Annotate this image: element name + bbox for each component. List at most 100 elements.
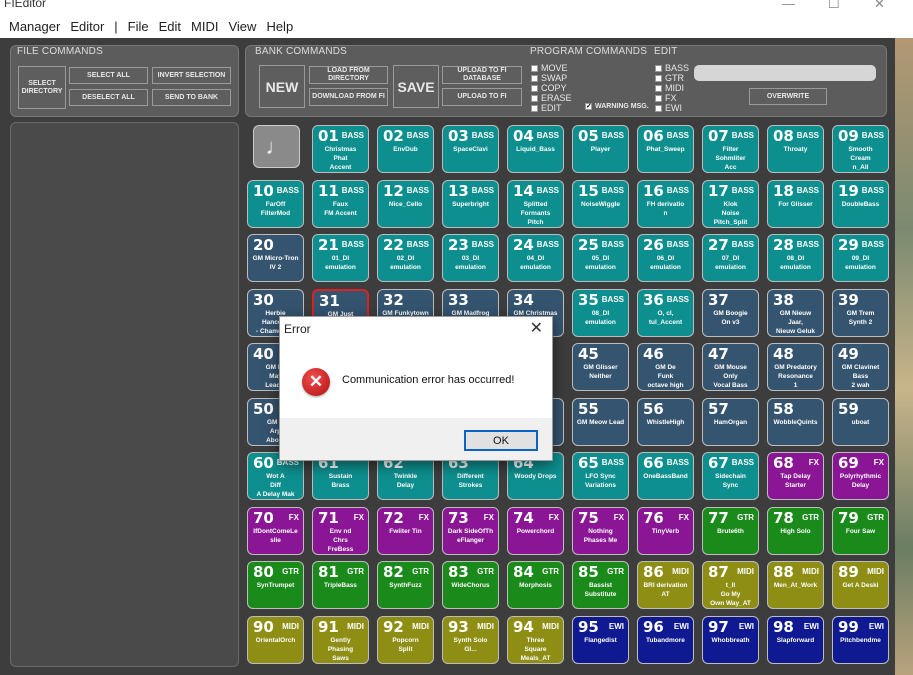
- program-tile-96[interactable]: 96 EWI Tubandmore: [637, 615, 694, 664]
- program-tile-49[interactable]: 49 GM Clavinet Bass 2 wah: [832, 343, 889, 391]
- program-tile-15[interactable]: 15 BASS NoiseWiggle: [572, 179, 629, 228]
- program-tile-94[interactable]: 94 MIDI Three Square Meals_AT: [507, 615, 564, 664]
- program-tile-83[interactable]: 83 GTR WideChorus: [442, 561, 499, 609]
- program-tile-28[interactable]: 28 BASS 08_DI emulation: [767, 234, 824, 282]
- program-tile-99[interactable]: 99 EWI Pitchbendme: [832, 615, 889, 664]
- edit-checkbox[interactable]: EDIT: [531, 103, 562, 113]
- bass-checkbox[interactable]: BASS: [655, 63, 689, 73]
- program-tile-67[interactable]: 67 BASS Sidechain Sync: [702, 452, 759, 500]
- program-tile-29[interactable]: 29 BASS 09_DI emulation: [832, 234, 889, 282]
- program-tile-18[interactable]: 18 BASS For Glisser: [767, 179, 824, 228]
- program-tile-79[interactable]: 79 GTR Four Saw: [832, 506, 889, 555]
- program-tile-17[interactable]: 17 BASS Klok Noise Pitch_Split: [702, 179, 759, 228]
- program-tile-55[interactable]: 55 GM Meow Lead: [572, 397, 629, 446]
- program-tile-90[interactable]: 90 MIDI OrientalOrch: [247, 615, 304, 664]
- program-tile-38[interactable]: 38 GM Nieuw Jaar, Nieuw Geluk: [767, 288, 824, 337]
- program-tile-27[interactable]: 27 BASS 07_DI emulation: [702, 234, 759, 282]
- program-tile-81[interactable]: 81 GTR TripleBass: [312, 561, 369, 609]
- menu-edit[interactable]: Edit: [159, 19, 181, 34]
- move-checkbox[interactable]: MOVE: [531, 63, 568, 73]
- new-button[interactable]: NEW: [259, 65, 305, 108]
- program-tile-08[interactable]: 08 BASS Throaty: [767, 125, 824, 173]
- swap-checkbox[interactable]: SWAP: [531, 73, 567, 83]
- program-tile-87[interactable]: 87 MIDI t_ll Go My Own Way_AT: [702, 561, 759, 609]
- program-tile-10[interactable]: 10 BASS FarOff FilterMod: [247, 179, 304, 228]
- program-tile-07[interactable]: 07 BASS Filter Sohmliter Acc: [702, 125, 759, 173]
- program-tile-70[interactable]: 70 FX IfDontComeLe slie: [247, 506, 304, 555]
- download-from-fi-button[interactable]: DOWNLOAD FROM FI: [309, 88, 388, 106]
- program-tile-21[interactable]: 21 BASS 01_DI emulation: [312, 234, 369, 282]
- select-all-button[interactable]: SELECT ALL: [69, 67, 148, 84]
- program-tile-46[interactable]: 46 GM De Funk octave high: [637, 343, 694, 391]
- program-tile-11[interactable]: 11 BASS Faux FM Accent: [312, 179, 369, 228]
- copy-checkbox[interactable]: COPY: [531, 83, 567, 93]
- menu-midi[interactable]: MIDI: [191, 19, 218, 34]
- program-tile-85[interactable]: 85 GTR Bassist Substitute: [572, 561, 629, 609]
- program-tile-69[interactable]: 69 FX Polyrhythmic Delay: [832, 452, 889, 500]
- maximize-icon[interactable]: ☐: [828, 0, 840, 12]
- program-tile-93[interactable]: 93 MIDI Synth Solo Gl...: [442, 615, 499, 664]
- program-tile-47[interactable]: 47 GM Mouse Only Vocal Bass: [702, 343, 759, 391]
- program-tile-05[interactable]: 05 BASS Player: [572, 125, 629, 173]
- program-tile-75[interactable]: 75 FX Nothing Phases Me: [572, 506, 629, 555]
- program-tile-25[interactable]: 25 BASS 05_DI emulation: [572, 234, 629, 282]
- program-tile-01[interactable]: 01 BASS Christmas Phat Accent: [312, 125, 369, 173]
- program-tile-73[interactable]: 73 FX Dark SideOfTh eFlanger: [442, 506, 499, 555]
- program-tile-57[interactable]: 57 HamOrgan: [702, 397, 759, 446]
- program-tile-04[interactable]: 04 BASS Liquid_Bass: [507, 125, 564, 173]
- patch-name-input[interactable]: [694, 65, 876, 81]
- program-tile-14[interactable]: 14 BASS Splitted Formants Pitch: [507, 179, 564, 228]
- warning-msg-checkbox[interactable]: ✓ WARNING MSG.: [585, 103, 649, 110]
- program-tile-88[interactable]: 88 MIDI Men_At_Work: [767, 561, 824, 609]
- program-tile-26[interactable]: 26 BASS 06_DI emulation: [637, 234, 694, 282]
- send-to-bank-button[interactable]: SEND TO BANK: [152, 89, 231, 106]
- select-directory-button[interactable]: SELECT DIRECTORY: [18, 66, 66, 109]
- ok-button[interactable]: OK: [464, 430, 538, 451]
- program-tile-98[interactable]: 98 EWI Slapforward: [767, 615, 824, 664]
- program-tile-84[interactable]: 84 GTR Morphosis: [507, 561, 564, 609]
- program-tile-03[interactable]: 03 BASS SpaceClavi: [442, 125, 499, 173]
- program-tile-19[interactable]: 19 BASS DoubleBass: [832, 179, 889, 228]
- program-tile-37[interactable]: 37 GM Boogie On v3: [702, 288, 759, 337]
- program-tile-16[interactable]: 16 BASS FH derivatio n: [637, 179, 694, 228]
- program-tile-39[interactable]: 39 GM Trem Synth 2: [832, 288, 889, 337]
- program-tile-89[interactable]: 89 MIDI Get A Deski: [832, 561, 889, 609]
- program-tile-72[interactable]: 72 FX Fwiiter Tin: [377, 506, 434, 555]
- program-tile-80[interactable]: 80 GTR SynTrumpet: [247, 561, 304, 609]
- program-tile-71[interactable]: 71 FX Env nd Chrs FreBess: [312, 506, 369, 555]
- program-tile-97[interactable]: 97 EWI Whobbreath: [702, 615, 759, 664]
- program-tile-78[interactable]: 78 GTR High Solo: [767, 506, 824, 555]
- program-tile-56[interactable]: 56 WhistleHigh: [637, 397, 694, 446]
- ewi-checkbox[interactable]: EWI: [655, 103, 682, 113]
- directory-panel[interactable]: [10, 122, 239, 667]
- program-tile-59[interactable]: 59 uboat: [832, 397, 889, 446]
- menu-help[interactable]: Help: [266, 19, 293, 34]
- program-tile-91[interactable]: 91 MIDI Gently Phasing Saws: [312, 615, 369, 664]
- menu-manager[interactable]: Manager: [9, 19, 60, 34]
- upload-to-fi-button[interactable]: UPLOAD TO FI: [442, 88, 522, 106]
- midi-checkbox[interactable]: MIDI: [655, 83, 684, 93]
- program-tile-06[interactable]: 06 BASS Phat_Sweep: [637, 125, 694, 173]
- program-tile-20[interactable]: 20 GM Micro-Tron IV 2: [247, 234, 304, 282]
- fx-checkbox[interactable]: FX: [655, 93, 677, 103]
- program-tile-76[interactable]: 76 FX TinyVerb: [637, 506, 694, 555]
- program-tile-95[interactable]: 95 EWI Flangedist: [572, 615, 629, 664]
- deselect-all-button[interactable]: DESELECT ALL: [69, 89, 148, 106]
- program-tile-66[interactable]: 66 BASS OneBassBand: [637, 452, 694, 500]
- menu-file[interactable]: File: [128, 19, 149, 34]
- program-tile-58[interactable]: 58 WobbleQuints: [767, 397, 824, 446]
- upload-to-fi-database-button[interactable]: UPLOAD TO FI DATABASE: [442, 66, 522, 84]
- program-tile-23[interactable]: 23 BASS 03_DI emulation: [442, 234, 499, 282]
- overwrite-button[interactable]: OVERWRITE: [749, 88, 827, 105]
- minimize-icon[interactable]: —: [782, 0, 795, 11]
- program-tile-68[interactable]: 68 FX Tap Delay Starter: [767, 452, 824, 500]
- save-button[interactable]: SAVE: [393, 65, 439, 108]
- program-tile-92[interactable]: 92 MIDI Popcorn Split: [377, 615, 434, 664]
- menu-editor[interactable]: Editor: [70, 19, 104, 34]
- program-tile-86[interactable]: 86 MIDI BRI derivation AT: [637, 561, 694, 609]
- program-tile-45[interactable]: 45 GM Glisser Neither: [572, 343, 629, 391]
- program-tile-24[interactable]: 24 BASS 04_DI emulation: [507, 234, 564, 282]
- close-icon[interactable]: ✕: [874, 0, 885, 12]
- dialog-close-icon[interactable]: ✕: [530, 318, 543, 338]
- program-tile-36[interactable]: 36 BASS O, cl, tul_Accent: [637, 288, 694, 337]
